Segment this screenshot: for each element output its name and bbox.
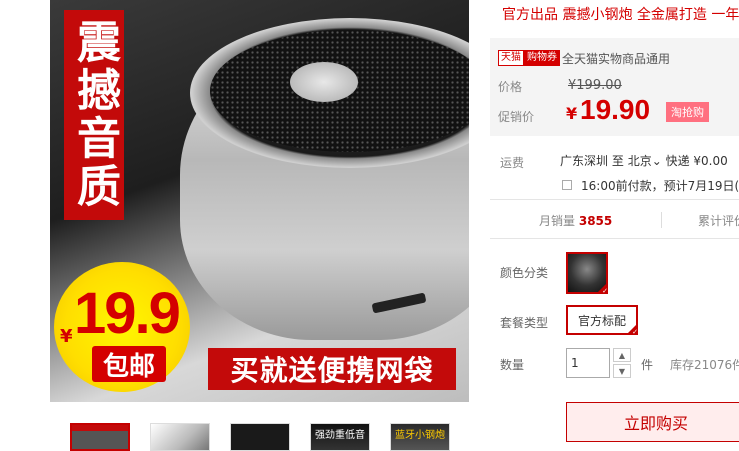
- flash-sale-tag[interactable]: 淘抢购: [666, 102, 709, 122]
- badge-tmall: 天猫: [498, 50, 524, 66]
- burst-price: 19.9: [74, 281, 181, 346]
- promo-label: 促销价: [498, 110, 535, 124]
- color-label: 颜色分类: [500, 266, 549, 280]
- thumbnail-5[interactable]: 蓝牙小钢炮: [390, 423, 450, 451]
- monthly-sales: 月销量 3855: [539, 212, 612, 229]
- ship-dest: 北京: [627, 154, 652, 168]
- promo-currency: ¥: [566, 104, 578, 123]
- price-label: 价格: [498, 80, 523, 94]
- delivery-eta: 16:00前付款，预计7月19日(周: [581, 179, 739, 193]
- promo-price: 19.90: [580, 94, 651, 125]
- package-option-text: 官方标配: [577, 313, 626, 328]
- reviews-link[interactable]: 累计评价: [698, 212, 739, 229]
- thumbnail-strip: 强劲重低音 蓝牙小钢炮: [70, 423, 450, 451]
- quantity-input[interactable]: [566, 348, 610, 378]
- badge-coupon: 购物券: [524, 50, 560, 66]
- quantity-decrease-button[interactable]: ▼: [613, 364, 631, 378]
- thumbnail-4-text: 强劲重低音: [315, 430, 365, 441]
- sales-label: 月销量: [539, 214, 576, 228]
- ship-dest-select[interactable]: 北京⌄: [628, 154, 662, 168]
- quantity-label: 数量: [500, 358, 525, 372]
- package-label: 套餐类型: [500, 316, 549, 330]
- chevron-up-icon: ▲: [618, 350, 626, 360]
- buy-now-button[interactable]: 立即购买: [566, 402, 739, 442]
- clock-icon: [562, 180, 572, 190]
- shipping-label: 运费: [500, 156, 525, 170]
- gift-banner: 买就送便携网袋: [208, 348, 456, 390]
- headline-text: 震撼音质: [69, 19, 120, 211]
- original-price: ¥199.00: [568, 78, 622, 93]
- ship-to-word: 至: [611, 154, 624, 168]
- selected-check-icon: [597, 283, 608, 295]
- ship-method: 快递 ¥0.00: [665, 154, 728, 168]
- product-page: 震撼音质 ¥ 19.9 包邮 买就送便携网袋 强劲重低音 蓝牙小钢炮 官方出品 …: [0, 0, 739, 451]
- main-product-image[interactable]: 震撼音质 ¥ 19.9 包邮 买就送便携网袋: [50, 0, 469, 402]
- thumbnail-3[interactable]: [230, 423, 290, 451]
- stats-divider: [661, 212, 662, 228]
- color-option[interactable]: [566, 252, 608, 295]
- selected-check-icon: [627, 324, 638, 336]
- sales-value: 3855: [578, 214, 613, 228]
- speaker-logo: [290, 62, 358, 102]
- burst-shipping: 包邮: [92, 346, 166, 382]
- coupon-badge[interactable]: 天猫 购物券: [498, 50, 560, 66]
- quantity-increase-button[interactable]: ▲: [613, 348, 631, 362]
- coupon-text: 全天猫实物商品通用: [562, 52, 671, 66]
- thumbnail-2[interactable]: [150, 423, 210, 451]
- burst-currency: ¥: [60, 326, 73, 347]
- quantity-unit: 件: [641, 358, 654, 372]
- thumbnail-5-text: 蓝牙小钢炮: [395, 430, 445, 441]
- ship-from: 广东深圳: [560, 154, 609, 168]
- chevron-down-icon: ⌄: [651, 154, 662, 168]
- thumbnail-1[interactable]: [70, 423, 130, 451]
- stock-count: 库存21076件: [670, 358, 739, 372]
- chevron-down-icon: ▼: [618, 366, 626, 376]
- thumbnail-4[interactable]: 强劲重低音: [310, 423, 370, 451]
- package-option[interactable]: 官方标配: [566, 305, 638, 336]
- product-title: 官方出品 震撼小钢炮 全金属打造 一年包换: [502, 7, 739, 23]
- headline-banner: 震撼音质: [64, 10, 124, 220]
- shipping-route: 广东深圳 至 北京⌄ 快递 ¥0.00: [560, 152, 728, 169]
